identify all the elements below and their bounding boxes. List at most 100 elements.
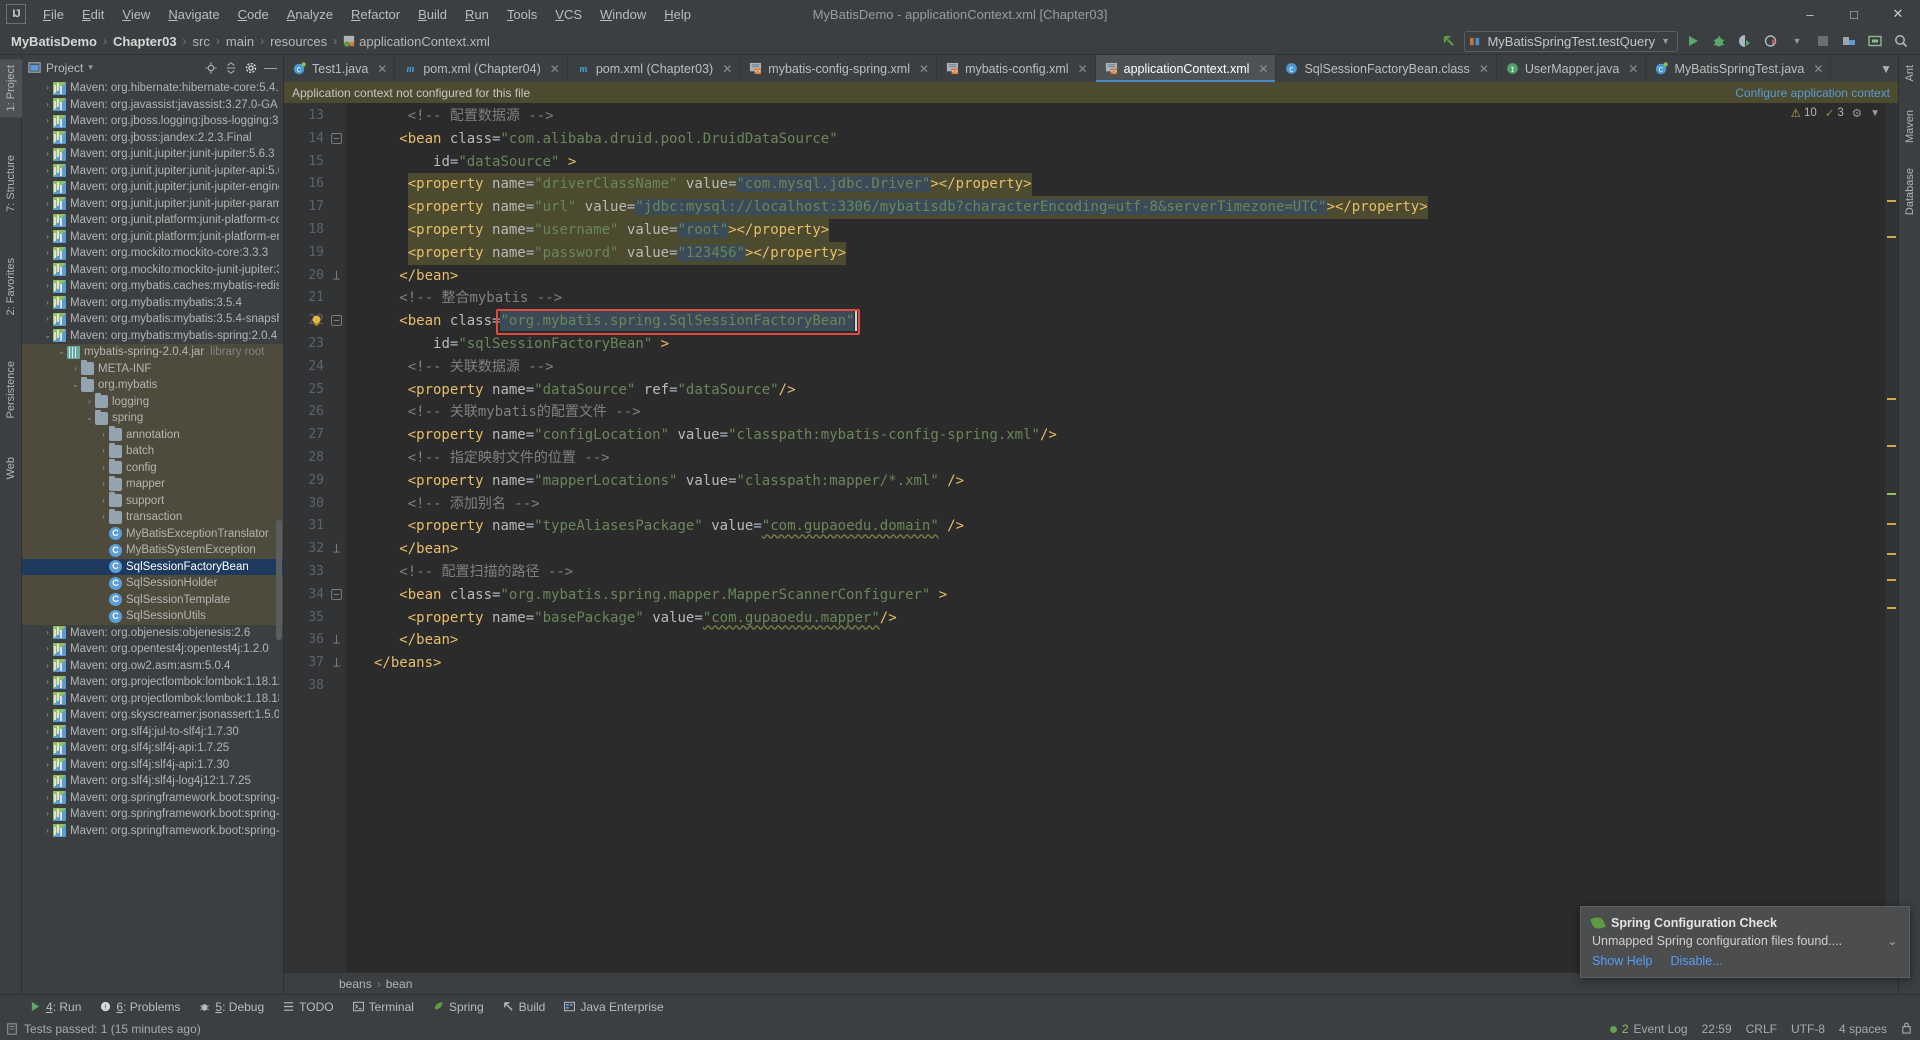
select-device-icon[interactable] [1864,31,1886,52]
close-icon[interactable]: ✕ [377,62,387,76]
chevron-down-icon[interactable]: ⌄ [84,414,95,422]
tree-node[interactable]: › Maven: org.skyscreamer:jsonassert:1.5.0 [22,707,283,724]
tree-node[interactable]: › Maven: org.springframework.boot:spring-… [22,806,283,823]
debug-icon[interactable] [1708,31,1730,52]
profiler-dropdown-icon[interactable]: ▼ [1786,31,1808,52]
settings-icon[interactable] [242,59,259,76]
menu-help[interactable]: Help [655,4,700,25]
tree-node[interactable]: › Maven: org.junit.platform:junit-platfor… [22,212,283,229]
chevron-right-icon[interactable]: › [98,447,109,455]
fold-end-icon[interactable] [330,657,342,669]
tool-window-button-problems[interactable]: ! 6: Problems [92,998,188,1016]
tree-node[interactable]: › Maven: org.springframework.boot:spring-… [22,823,283,840]
marker-tick[interactable] [1887,523,1896,525]
tree-node[interactable]: C MyBatisExceptionTranslator [22,525,283,542]
chevron-right-icon[interactable]: › [42,216,53,224]
chevron-right-icon[interactable]: › [42,117,53,125]
tree-node[interactable]: › Maven: org.opentest4j:opentest4j:1.2.0 [22,641,283,658]
close-icon[interactable]: ✕ [550,62,560,76]
editor-gutter[interactable]: 1314151617181920212223242526272829303132… [284,103,346,972]
tree-node-selected[interactable]: C SqlSessionFactoryBean [22,558,283,575]
run-icon[interactable] [1682,31,1704,52]
tree-node[interactable]: › Maven: org.hibernate:hibernate-core:5.4… [22,80,283,97]
tree-node[interactable]: ⌄ mybatis-spring-2.0.4.jar library root [22,344,283,361]
tool-window-button-java-enterprise[interactable]: Java Enterprise [556,998,671,1016]
chevron-right-icon[interactable]: › [42,727,53,736]
breadcrumb-item-chapter03[interactable]: Chapter03 [108,32,182,51]
inspection-widget[interactable]: ⚠ 10 ✓ 3 ⚙ ▼ [1786,105,1884,121]
chevron-right-icon[interactable]: › [42,793,53,802]
chevron-right-icon[interactable]: › [42,298,53,307]
chevron-right-icon[interactable]: › [42,150,53,158]
menu-build[interactable]: Build [409,4,456,25]
tool-window-button-build[interactable]: Build [495,998,554,1016]
back-arrow-icon[interactable] [1438,31,1460,52]
menu-window[interactable]: Window [591,4,655,25]
tree-node[interactable]: › Maven: org.slf4j:slf4j-api:1.7.30 [22,757,283,774]
intention-bulb-icon[interactable] [310,314,324,328]
tree-node[interactable]: › Maven: org.objenesis:objenesis:2.6 [22,625,283,642]
fold-end-icon[interactable] [330,270,342,282]
rail-button-7--structure[interactable]: 7: Structure [0,149,22,218]
marker-tick[interactable] [1887,493,1896,495]
tree-node[interactable]: › Maven: org.mockito:mockito-core:3.3.3 [22,245,283,262]
chevron-right-icon[interactable]: › [42,628,53,637]
menu-run[interactable]: Run [456,4,498,25]
chevron-right-icon[interactable]: › [98,480,109,488]
chevron-right-icon[interactable]: › [98,430,109,439]
menu-edit[interactable]: Edit [73,4,113,25]
chevron-right-icon[interactable]: › [98,463,109,472]
marker-tick[interactable] [1887,200,1896,202]
breadcrumb-item-main[interactable]: main [221,32,259,51]
tree-node[interactable]: ⌄ Maven: org.mybatis:mybatis-spring:2.0.4 [22,328,283,345]
tree-node[interactable]: › Maven: org.mybatis.caches:mybatis-redis… [22,278,283,295]
tree-node[interactable]: C SqlSessionHolder [22,575,283,592]
rail-button-maven[interactable]: Maven [1899,104,1920,149]
maximize-button[interactable]: □ [1832,0,1876,28]
tool-window-button-spring[interactable]: Spring [425,998,492,1016]
tree-node[interactable]: › Maven: org.slf4j:slf4j-api:1.7.25 [22,740,283,757]
lock-icon[interactable] [1901,1022,1912,1037]
menu-refactor[interactable]: Refactor [342,4,409,25]
marker-tick[interactable] [1887,445,1896,447]
editor-tab-sqlsessionfactorybean-class[interactable]: C SqlSessionFactoryBean.class ✕ [1276,55,1497,82]
rail-button-2--favorites[interactable]: 2: Favorites [0,252,22,321]
search-everywhere-icon[interactable] [1890,31,1912,52]
chevron-right-icon[interactable]: › [42,645,53,653]
tree-node[interactable]: › Maven: org.javassist:javassist:3.27.0-G… [22,97,283,114]
chevron-right-icon[interactable]: › [98,513,109,521]
menu-tools[interactable]: Tools [498,4,546,25]
tree-node[interactable]: › config [22,459,283,476]
chevron-right-icon[interactable]: › [42,826,53,835]
menu-vcs[interactable]: VCS [546,4,591,25]
tool-window-button-run[interactable]: 4: Run [22,998,89,1016]
tool-window-button-terminal[interactable]: Terminal [345,998,422,1016]
chevron-right-icon[interactable]: › [42,760,53,769]
code-content[interactable]: <!-- 配置数据源 --> <bean class="com.alibaba.… [346,103,1885,972]
rail-button-ant[interactable]: Ant [1899,59,1920,88]
tree-node[interactable]: ⌄ org.mybatis [22,376,283,394]
tree-node[interactable]: › Maven: org.mybatis:mybatis:3.5.4-snapsh… [22,311,283,328]
locate-icon[interactable] [202,59,219,76]
chevron-right-icon[interactable]: › [42,282,53,290]
run-coverage-icon[interactable] [1734,31,1756,52]
spring-configuration-check-popup[interactable]: Spring Configuration Check Unmapped Spri… [1580,906,1910,978]
tree-node[interactable]: ⌄ spring [22,409,283,427]
close-icon[interactable]: ✕ [722,62,732,76]
breadcrumb-item-src[interactable]: src [188,32,215,51]
chevron-right-icon[interactable]: › [42,711,53,719]
chevron-right-icon[interactable]: › [42,777,53,785]
tree-node[interactable]: C SqlSessionUtils [22,608,283,625]
tree-node[interactable]: › Maven: org.junit.jupiter:junit-jupiter-… [22,196,283,213]
tree-node[interactable]: › Maven: org.mybatis:mybatis:3.5.4 [22,295,283,312]
tree-node[interactable]: › Maven: org.junit.platform:junit-platfor… [22,229,283,246]
chevron-right-icon[interactable]: › [42,810,53,818]
close-icon[interactable]: ✕ [1258,62,1268,76]
chevron-right-icon[interactable]: › [42,133,53,142]
file-encoding[interactable]: UTF-8 [1791,1022,1825,1036]
chevron-right-icon[interactable]: › [42,183,53,191]
rail-button-persistence[interactable]: Persistence [0,355,22,424]
close-icon[interactable]: ✕ [1813,62,1823,76]
run-configuration-selector[interactable]: MyBatisSpringTest.testQuery ▼ [1464,30,1678,52]
tool-window-button-todo[interactable]: TODO [275,998,341,1016]
